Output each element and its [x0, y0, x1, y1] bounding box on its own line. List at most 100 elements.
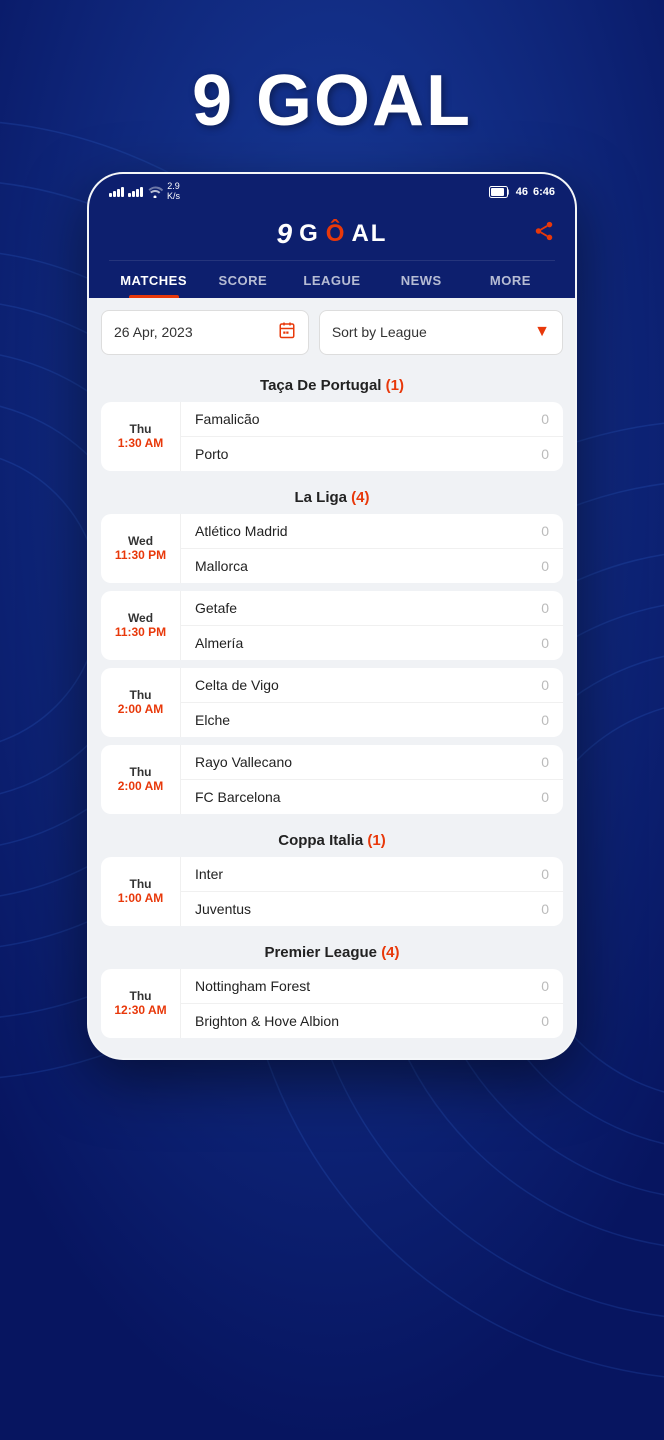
team-name: Nottingham Forest: [195, 978, 541, 994]
chevron-down-icon: ▼: [534, 323, 550, 341]
match-time-laliga-2: Thu 2:00 AM: [101, 668, 181, 737]
match-time-laliga-1: Wed 11:30 PM: [101, 591, 181, 660]
header-top: 9 G Ô AL: [109, 218, 555, 260]
team-name: Famalicão: [195, 411, 541, 427]
team-row: Mallorca 0: [181, 549, 563, 583]
wifi-icon: [147, 186, 163, 198]
team-name: Rayo Vallecano: [195, 754, 541, 770]
league-count-laliga: (4): [351, 489, 369, 506]
nav-tabs: MATCHES SCORE LEAGUE NEWS MORE: [109, 260, 555, 298]
match-card-laliga-2[interactable]: Thu 2:00 AM Celta de Vigo 0 Elche 0: [101, 668, 563, 737]
match-time-laliga-3: Thu 2:00 AM: [101, 745, 181, 814]
score: 0: [541, 866, 549, 882]
match-day: Thu: [130, 688, 152, 702]
match-hour: 11:30 PM: [115, 625, 166, 639]
tab-score[interactable]: SCORE: [198, 261, 287, 298]
league-count-premier: (4): [381, 944, 399, 961]
match-teams-laliga-2: Celta de Vigo 0 Elche 0: [181, 668, 563, 737]
sort-label: Sort by League: [332, 324, 427, 340]
team-row: Inter 0: [181, 857, 563, 892]
match-card-laliga-0[interactable]: Wed 11:30 PM Atlético Madrid 0 Mallorca …: [101, 514, 563, 583]
team-row: Almería 0: [181, 626, 563, 660]
score: 0: [541, 411, 549, 427]
match-card-taca-0[interactable]: Thu 1:30 AM Famalicão 0 Porto 0: [101, 402, 563, 471]
status-left: 2.9 K/s: [109, 182, 180, 202]
speed-indicator: 2.9 K/s: [167, 182, 180, 202]
match-hour: 1:30 AM: [118, 436, 164, 450]
league-section-taca: Taça De Portugal (1) Thu 1:30 AM Famalic…: [101, 367, 563, 471]
score: 0: [541, 754, 549, 770]
league-count-taca: (1): [386, 377, 404, 394]
score: 0: [541, 712, 549, 728]
calendar-icon: [278, 321, 296, 344]
match-hour: 2:00 AM: [118, 779, 164, 793]
date-value: 26 Apr, 2023: [114, 324, 193, 340]
match-day: Thu: [130, 765, 152, 779]
battery-icon: [489, 186, 511, 198]
match-hour: 12:30 AM: [114, 1003, 166, 1017]
match-time-premier-0: Thu 12:30 AM: [101, 969, 181, 1038]
score: 0: [541, 523, 549, 539]
match-day: Wed: [128, 611, 153, 625]
app-header: 9 G Ô AL MATCHES SCORE LEAGUE NEW: [89, 208, 575, 298]
score: 0: [541, 600, 549, 616]
sort-dropdown[interactable]: Sort by League ▼: [319, 310, 563, 355]
team-row: Elche 0: [181, 703, 563, 737]
score: 0: [541, 446, 549, 462]
team-name: Porto: [195, 446, 541, 462]
team-name: Getafe: [195, 600, 541, 616]
team-name: Mallorca: [195, 558, 541, 574]
match-teams-laliga-1: Getafe 0 Almería 0: [181, 591, 563, 660]
score: 0: [541, 978, 549, 994]
match-time-laliga-0: Wed 11:30 PM: [101, 514, 181, 583]
score: 0: [541, 677, 549, 693]
team-row: Porto 0: [181, 437, 563, 471]
match-card-coppa-0[interactable]: Thu 1:00 AM Inter 0 Juventus 0: [101, 857, 563, 926]
match-hour: 11:30 PM: [115, 548, 166, 562]
team-name: Elche: [195, 712, 541, 728]
team-row: Rayo Vallecano 0: [181, 745, 563, 780]
league-header-premier: Premier League (4): [101, 934, 563, 969]
match-teams-taca-0: Famalicão 0 Porto 0: [181, 402, 563, 471]
match-teams-premier-0: Nottingham Forest 0 Brighton & Hove Albi…: [181, 969, 563, 1038]
league-count-coppa: (1): [367, 832, 385, 849]
match-time-taca-0: Thu 1:30 AM: [101, 402, 181, 471]
main-content: 26 Apr, 2023 Sort by League ▼: [89, 298, 575, 1058]
team-row: FC Barcelona 0: [181, 780, 563, 814]
league-section-laliga: La Liga (4) Wed 11:30 PM Atlético Madrid…: [101, 479, 563, 814]
match-card-laliga-3[interactable]: Thu 2:00 AM Rayo Vallecano 0 FC Barcelon…: [101, 745, 563, 814]
status-bar: 2.9 K/s 46 6:46: [89, 174, 575, 208]
share-button[interactable]: [533, 220, 555, 248]
match-card-premier-0[interactable]: Thu 12:30 AM Nottingham Forest 0 Brighto…: [101, 969, 563, 1038]
date-picker[interactable]: 26 Apr, 2023: [101, 310, 309, 355]
match-day: Thu: [130, 422, 152, 436]
team-row: Getafe 0: [181, 591, 563, 626]
tab-more[interactable]: MORE: [466, 261, 555, 298]
league-header-taca: Taça De Portugal (1): [101, 367, 563, 402]
team-row: Juventus 0: [181, 892, 563, 926]
phone-mockup: 2.9 K/s 46 6:46 9 G Ô AL: [87, 172, 577, 1060]
match-time-coppa-0: Thu 1:00 AM: [101, 857, 181, 926]
team-row: Brighton & Hove Albion 0: [181, 1004, 563, 1038]
battery-level: 46: [516, 186, 528, 198]
team-name: Brighton & Hove Albion: [195, 1013, 541, 1029]
league-section-premier: Premier League (4) Thu 12:30 AM Nottingh…: [101, 934, 563, 1038]
league-header-coppa: Coppa Italia (1): [101, 822, 563, 857]
match-day: Wed: [128, 534, 153, 548]
tab-league[interactable]: LEAGUE: [287, 261, 376, 298]
tab-news[interactable]: NEWS: [377, 261, 466, 298]
match-day: Thu: [130, 989, 152, 1003]
match-card-laliga-1[interactable]: Wed 11:30 PM Getafe 0 Almería 0: [101, 591, 563, 660]
team-row: Famalicão 0: [181, 402, 563, 437]
signal-bar-2: [128, 187, 143, 197]
match-teams-laliga-3: Rayo Vallecano 0 FC Barcelona 0: [181, 745, 563, 814]
score: 0: [541, 901, 549, 917]
score: 0: [541, 635, 549, 651]
signal-bar-1: [109, 187, 124, 197]
status-right: 46 6:46: [489, 186, 555, 198]
match-hour: 2:00 AM: [118, 702, 164, 716]
team-name: Atlético Madrid: [195, 523, 541, 539]
team-name: Juventus: [195, 901, 541, 917]
tab-matches[interactable]: MATCHES: [109, 261, 198, 298]
app-logo: 9 G Ô AL: [277, 218, 388, 250]
